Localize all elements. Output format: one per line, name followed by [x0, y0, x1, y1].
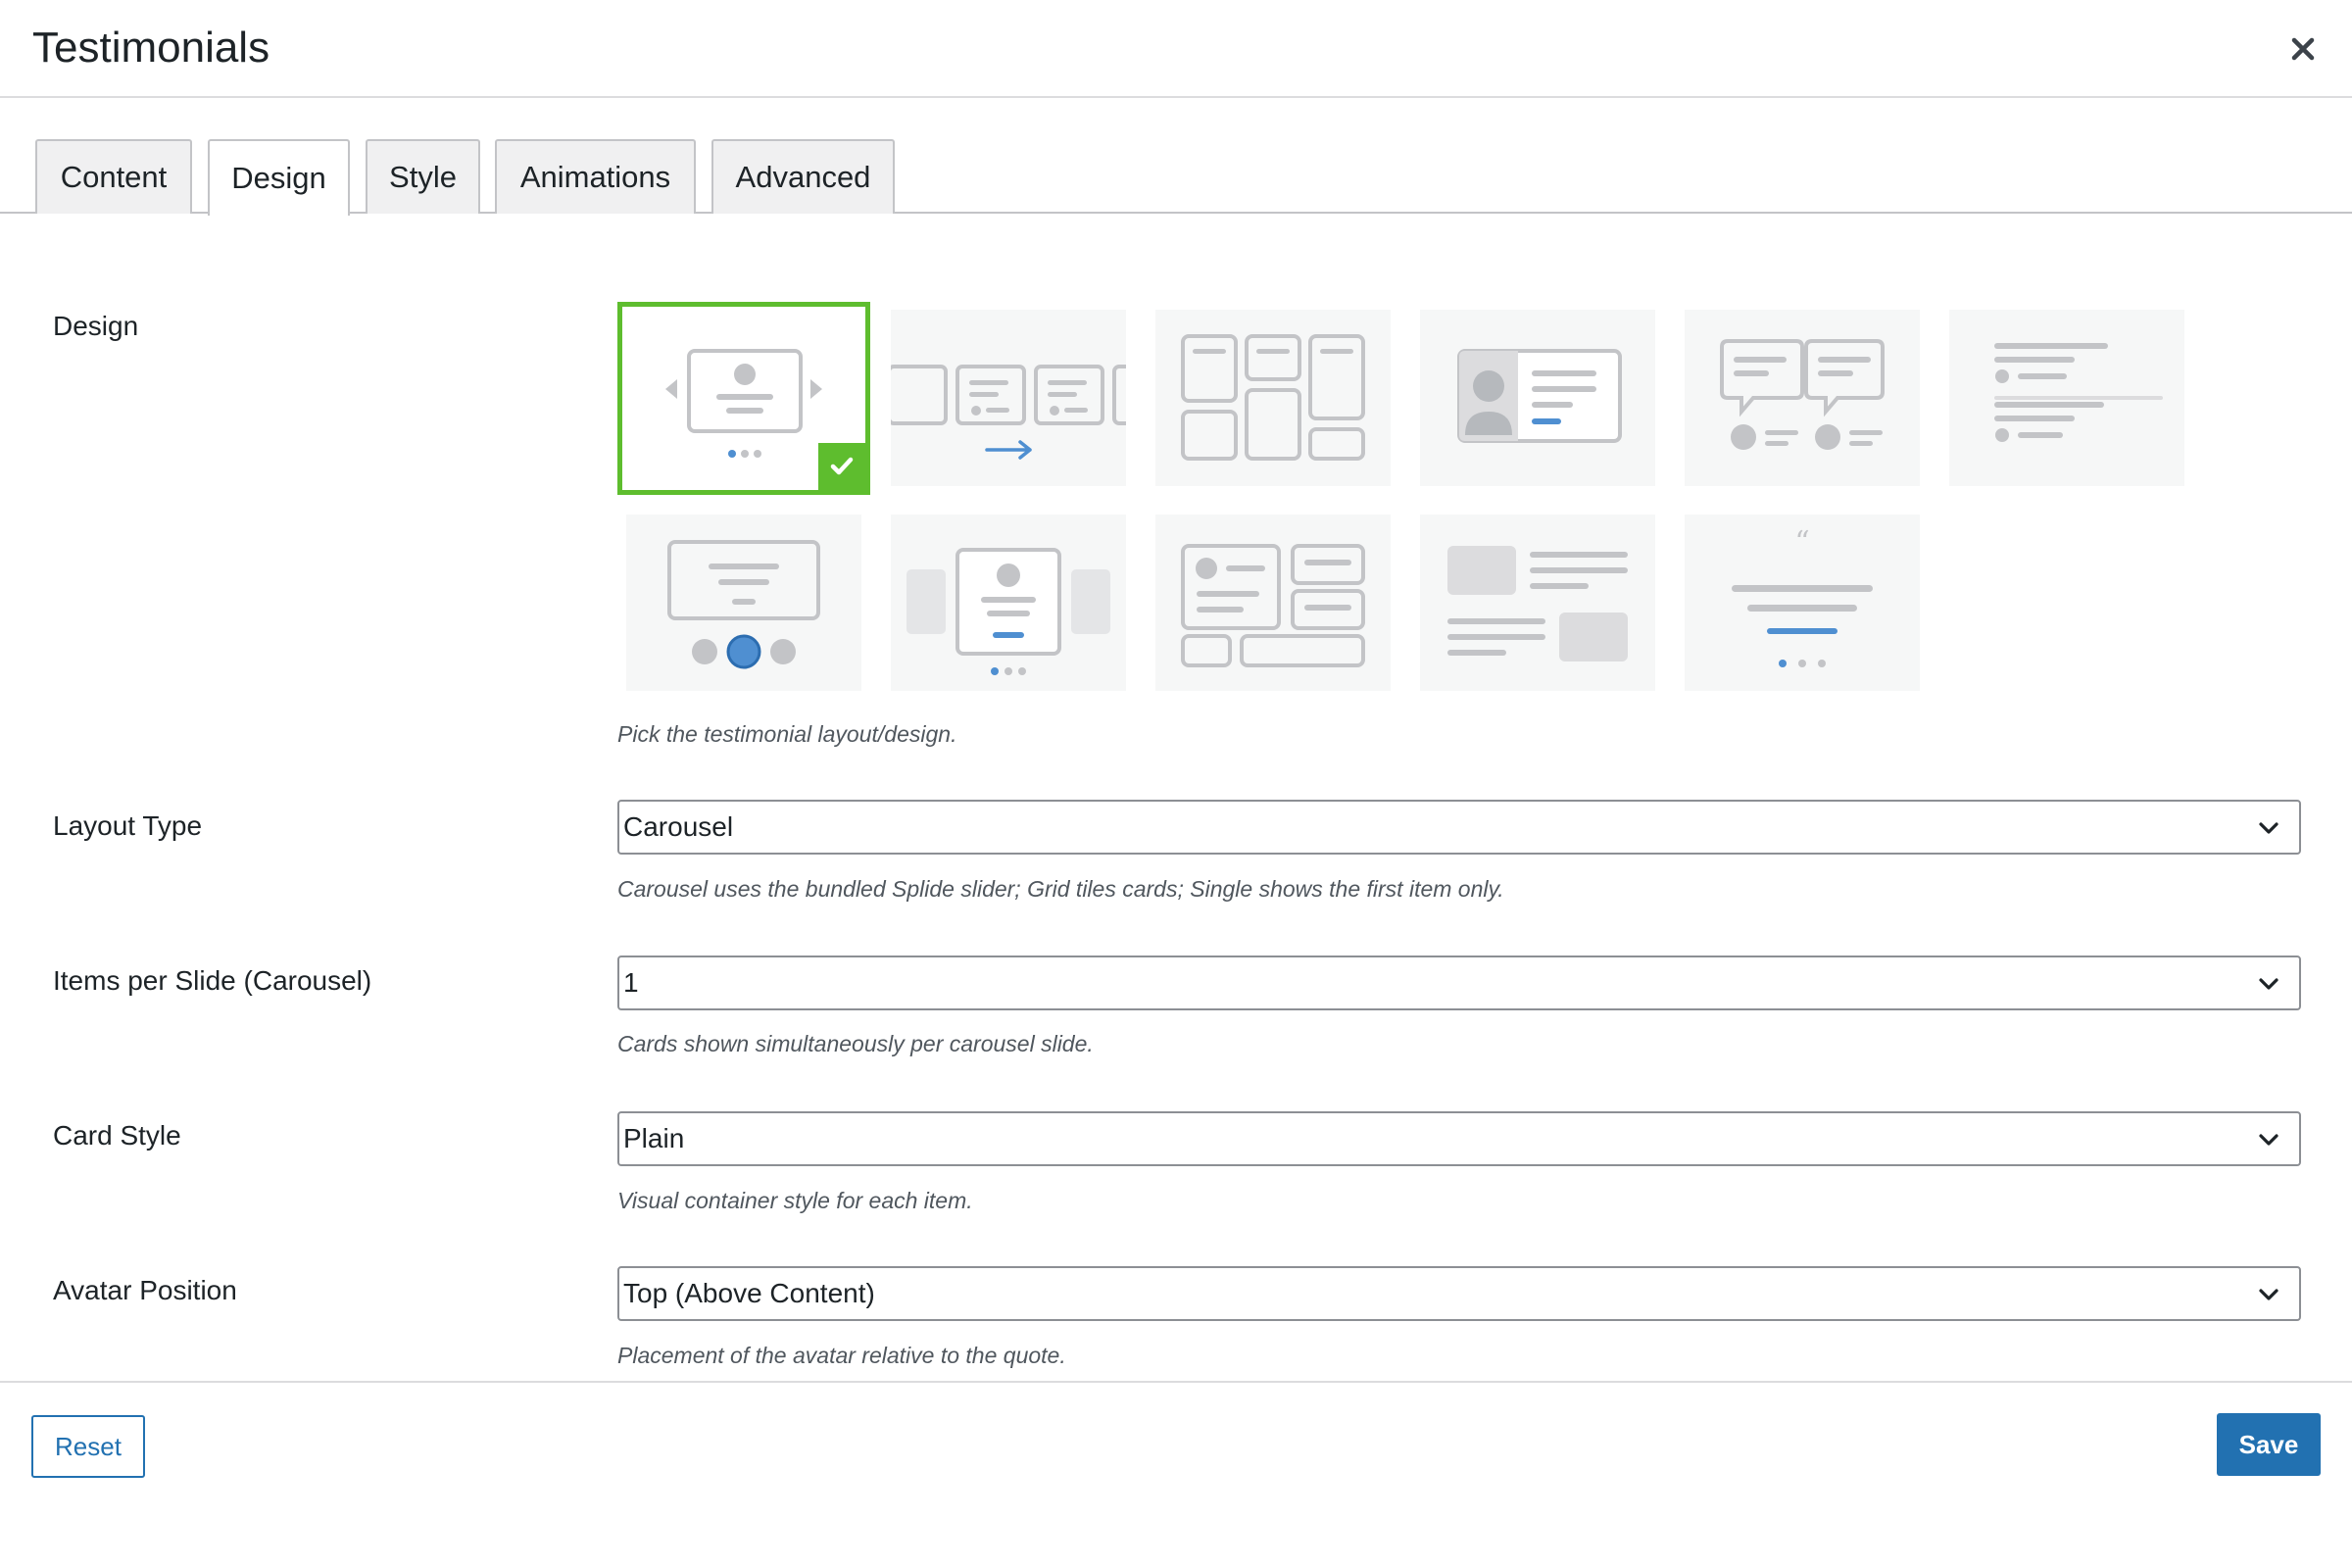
tab-animations[interactable]: Animations [495, 139, 696, 214]
chevron-down-icon [2259, 1134, 2278, 1146]
masonry-grid-layout-icon [1181, 334, 1365, 461]
svg-text:“: “ [1794, 525, 1809, 560]
design-label: Design [53, 311, 139, 341]
tab-content[interactable]: Content [35, 139, 192, 214]
card-style-label: Card Style [53, 1120, 181, 1151]
avatar-position-description: Placement of the avatar relative to the … [617, 1343, 1066, 1368]
items-per-slide-value: 1 [623, 967, 639, 998]
card-style-select[interactable]: Plain [617, 1111, 2301, 1166]
reset-button[interactable]: Reset [31, 1415, 145, 1478]
quote-centered-layout-icon: “ [1732, 525, 1873, 667]
selected-check-icon [818, 443, 865, 490]
design-option-5[interactable] [1685, 310, 1920, 486]
chevron-down-icon [2259, 1289, 2278, 1300]
dialog-header: Testimonials [0, 0, 2352, 98]
sliding-cards-layout-icon [891, 365, 1126, 460]
avatar-position-select[interactable]: Top (Above Content) [617, 1266, 2301, 1321]
chevron-down-icon [2259, 822, 2278, 834]
centered-card-carousel-layout-icon [906, 548, 1110, 675]
avatar-position-value: Top (Above Content) [623, 1278, 875, 1308]
design-option-11[interactable]: “ [1685, 514, 1920, 691]
tab-design[interactable]: Design [208, 139, 350, 216]
tab-advanced[interactable]: Advanced [711, 139, 895, 214]
mixed-grid-layout-icon [1181, 544, 1365, 667]
design-option-6[interactable] [1949, 310, 2184, 486]
dialog-title: Testimonials [32, 24, 270, 72]
close-button[interactable] [2281, 27, 2325, 71]
layout-type-label: Layout Type [53, 810, 203, 841]
items-per-slide-label: Items per Slide (Carousel) [53, 965, 372, 996]
close-icon [2291, 37, 2315, 61]
save-button[interactable]: Save [2217, 1413, 2321, 1476]
tab-bar: Content Design Style Animations Advanced [0, 98, 2352, 216]
dialog-footer: Reset Save [0, 1381, 2352, 1568]
layout-type-select[interactable]: Carousel [617, 800, 2301, 855]
design-description: Pick the testimonial layout/design. [617, 721, 957, 747]
card-style-description: Visual container style for each item. [617, 1188, 973, 1213]
avatar-position-label: Avatar Position [53, 1275, 237, 1305]
design-option-8[interactable] [891, 514, 1126, 691]
avatar-nav-carousel-layout-icon [667, 540, 820, 669]
items-per-slide-select[interactable]: 1 [617, 956, 2301, 1010]
design-options: “ [617, 302, 2185, 694]
design-option-1[interactable] [617, 302, 870, 495]
alternating-media-layout-icon [1447, 546, 1628, 662]
speech-bubbles-layout-icon [1720, 339, 1885, 450]
design-option-10[interactable] [1420, 514, 1655, 691]
design-option-7[interactable] [626, 514, 861, 691]
profile-card-layout-icon [1457, 349, 1622, 443]
items-per-slide-description: Cards shown simultaneously per carousel … [617, 1031, 1094, 1056]
design-option-2[interactable] [891, 310, 1126, 486]
design-option-3[interactable] [1155, 310, 1391, 486]
layout-type-value: Carousel [623, 811, 734, 842]
card-style-value: Plain [623, 1123, 685, 1153]
chevron-down-icon [2259, 978, 2278, 990]
design-option-9[interactable] [1155, 514, 1391, 691]
tab-style[interactable]: Style [366, 139, 480, 214]
layout-type-description: Carousel uses the bundled Splide slider;… [617, 876, 1504, 902]
design-option-4[interactable] [1420, 310, 1655, 486]
text-list-layout-icon [1994, 343, 2163, 442]
